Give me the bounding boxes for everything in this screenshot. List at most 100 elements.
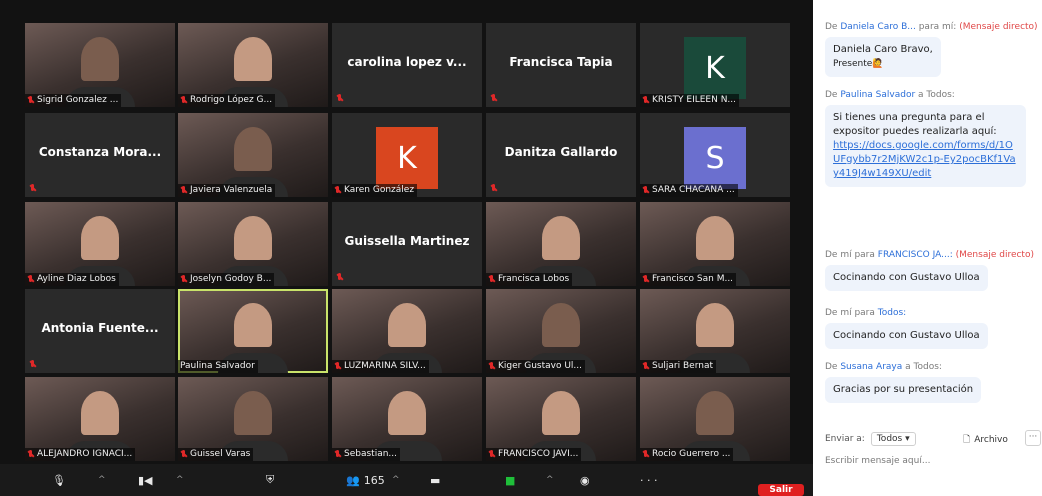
participant-name: Francisco San M... xyxy=(652,274,734,284)
participant-tile[interactable]: S SARA CHACANA ... xyxy=(640,113,790,197)
participants-icon: 👥 xyxy=(346,473,360,487)
mic-muted-icon xyxy=(29,360,36,369)
camera-icon: ▮◀ xyxy=(138,473,153,487)
chat-more-button[interactable]: ··· xyxy=(1025,430,1041,446)
participant-center-name: Guissella Martinez xyxy=(344,234,470,248)
chat-message-header: De mí para Todos: xyxy=(825,308,1040,318)
participant-tile[interactable]: Ayline Diaz Lobos xyxy=(25,202,175,286)
participant-avatar: S xyxy=(684,127,746,189)
chat-user[interactable]: Todos: xyxy=(878,308,906,318)
mic-muted-icon xyxy=(180,96,187,105)
chat-text: Daniela Caro Bravo, xyxy=(833,44,933,55)
participant-name: KRISTY EILEEN N... xyxy=(652,95,737,105)
direct-message-tag: (Mensaje directo) xyxy=(959,22,1038,32)
mic-off-icon: 🎙 xyxy=(52,473,66,487)
zoom-window: Sigrid Gonzalez ... Rodrigo López G... car… xyxy=(0,0,1042,496)
leave-button[interactable]: Salir xyxy=(758,484,804,496)
mic-muted-icon xyxy=(334,186,341,195)
participants-button[interactable]: 👥 165 xyxy=(346,472,385,488)
participants-chevron[interactable]: ^ xyxy=(392,472,400,488)
send-to-label: Enviar a: xyxy=(825,434,865,444)
participant-tile[interactable]: Sigrid Gonzalez ... xyxy=(25,23,175,107)
participant-tile[interactable]: Constanza Mora... xyxy=(25,113,175,197)
participant-video xyxy=(696,216,734,260)
send-to-select[interactable]: Todos ▾ xyxy=(870,432,916,446)
meeting-toolbar: 🎙 ^ ▮◀ ^ ⛨ 👥 165 ^ ▬ ■ ^ ◉ · · · xyxy=(0,464,813,496)
share-screen-button[interactable]: ■ xyxy=(505,472,515,488)
chat-message-header: De mí para FRANCISCO JA...: (Mensaje dir… xyxy=(825,250,1040,260)
participant-tile[interactable]: Sebastian... xyxy=(332,377,482,461)
participant-tile[interactable]: carolina lopez v... xyxy=(332,23,482,107)
chat-user[interactable]: FRANCISCO JA...: xyxy=(878,250,953,260)
video-panel: Sigrid Gonzalez ... Rodrigo López G... car… xyxy=(0,0,813,496)
chat-input[interactable]: Escribir mensaje aquí... xyxy=(825,456,1025,466)
participant-tile[interactable]: Danitza Gallardo xyxy=(486,113,636,197)
participant-tile[interactable]: Francisco San M... xyxy=(640,202,790,286)
chat-from: De mí para xyxy=(825,308,875,318)
mic-muted-icon xyxy=(27,275,34,284)
chat-text: Cocinando con Gustavo Ulloa xyxy=(833,330,980,341)
participant-tile[interactable]: Guissella Martinez xyxy=(332,202,482,286)
participant-tile[interactable]: K KRISTY EILEEN N... xyxy=(640,23,790,107)
mic-muted-icon xyxy=(336,273,343,282)
chat-from: De xyxy=(825,90,838,100)
video-options-chevron[interactable]: ^ xyxy=(176,472,184,488)
mute-button[interactable]: 🎙 xyxy=(52,472,66,488)
record-icon: ◉ xyxy=(580,473,590,487)
participant-tile[interactable]: K Karen González xyxy=(332,113,482,197)
participant-tile[interactable]: Rocio Guerrero ... xyxy=(640,377,790,461)
participant-grid: Sigrid Gonzalez ... Rodrigo López G... car… xyxy=(0,0,813,464)
mic-muted-icon xyxy=(336,94,343,103)
participant-tile[interactable]: Guissel Varas xyxy=(178,377,328,461)
participant-tile[interactable]: Rodrigo López G... xyxy=(178,23,328,107)
participant-avatar: K xyxy=(376,127,438,189)
record-button[interactable]: ◉ xyxy=(580,472,590,488)
participant-center-name: Danitza Gallardo xyxy=(504,145,618,159)
more-button[interactable]: · · · xyxy=(640,472,657,488)
participant-tile[interactable]: LUZMARINA SILV... xyxy=(332,289,482,373)
chat-message-header: De Paulina Salvador a Todos: xyxy=(825,90,1040,100)
chat-recipient: a Todos: xyxy=(905,362,942,372)
chat-from: De mí para xyxy=(825,250,875,260)
mic-muted-icon xyxy=(488,450,495,459)
mic-muted-icon xyxy=(490,94,497,103)
chat-link[interactable]: https://docs.google.com/forms/d/1OUFgybb… xyxy=(833,140,1016,179)
chat-user[interactable]: Paulina Salvador xyxy=(840,90,915,100)
chat-user[interactable]: Daniela Caro B... xyxy=(840,22,916,32)
participant-tile[interactable]: Joselyn Godoy B... xyxy=(178,202,328,286)
participant-video xyxy=(81,391,119,435)
participant-tile[interactable]: Javiera Valenzuela xyxy=(178,113,328,197)
participant-video xyxy=(234,216,272,260)
share-options-chevron[interactable]: ^ xyxy=(546,472,554,488)
shield-icon: ⛨ xyxy=(266,473,275,486)
participant-tile[interactable]: Suljari Bernat xyxy=(640,289,790,373)
participant-video xyxy=(696,391,734,435)
file-button[interactable]: 🗋 Archivo xyxy=(963,432,1008,448)
video-button[interactable]: ▮◀ xyxy=(138,472,153,488)
audio-options-chevron[interactable]: ^ xyxy=(98,472,106,488)
participant-tile[interactable]: Francisca Lobos xyxy=(486,202,636,286)
mic-muted-icon xyxy=(642,275,649,284)
mic-muted-icon xyxy=(27,450,34,459)
chat-bubble: Gracias por su presentación xyxy=(825,377,982,403)
chat-recipient: a Todos: xyxy=(918,90,955,100)
security-button[interactable]: ⛨ xyxy=(266,472,274,488)
share-screen-icon: ■ xyxy=(505,473,516,487)
participant-tile[interactable]: FRANCISCO JAVI... xyxy=(486,377,636,461)
participant-tile[interactable]: Antonia Fuente... xyxy=(25,289,175,373)
participant-name-label: Francisca Lobos xyxy=(486,273,573,286)
participant-tile[interactable]: Paulina Salvador xyxy=(178,289,328,373)
participant-video xyxy=(234,391,272,435)
chat-text-secondary: Presente🙋 xyxy=(833,59,884,69)
participant-name-label: Rocio Guerrero ... xyxy=(640,448,734,461)
mic-muted-icon xyxy=(334,362,341,371)
participant-name: Sigrid Gonzalez ... xyxy=(37,95,119,105)
participant-tile[interactable]: ALEJANDRO IGNACI... xyxy=(25,377,175,461)
participant-tile[interactable]: Kiger Gustavo Ul... xyxy=(486,289,636,373)
participant-video xyxy=(696,303,734,347)
chat-button[interactable]: ▬ xyxy=(430,472,440,488)
participant-video xyxy=(81,216,119,260)
direct-message-tag: (Mensaje directo) xyxy=(955,250,1034,260)
chat-user[interactable]: Susana Araya xyxy=(840,362,902,372)
participant-tile[interactable]: Francisca Tapia xyxy=(486,23,636,107)
